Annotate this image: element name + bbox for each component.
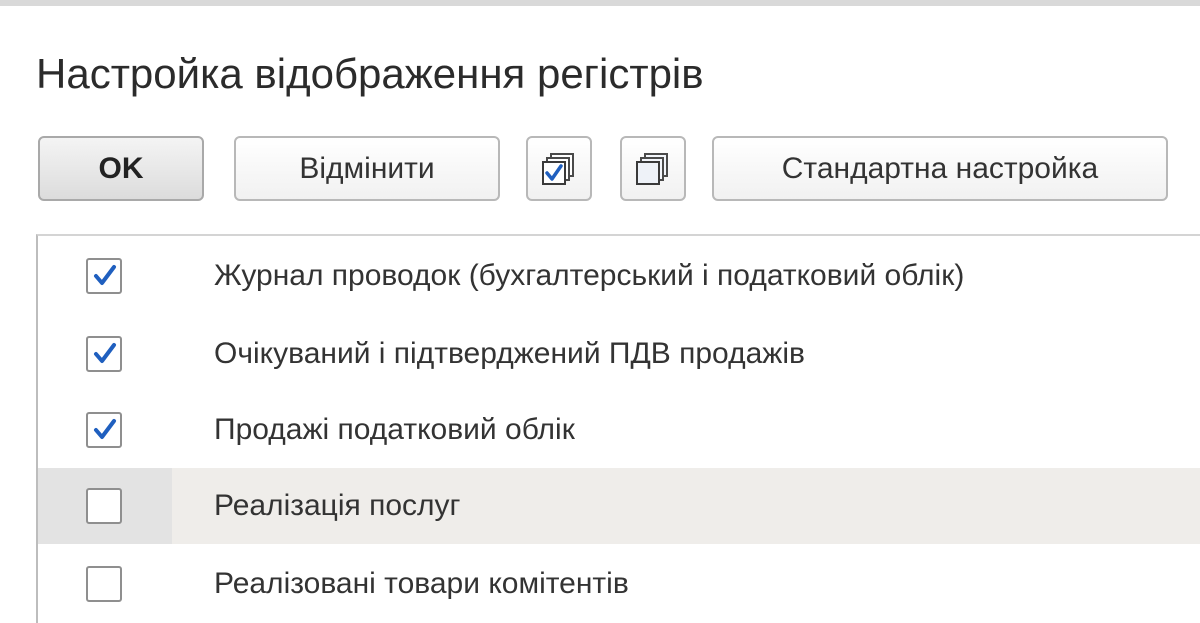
- register-checkbox[interactable]: [86, 566, 122, 602]
- checkmark-icon: [94, 343, 116, 363]
- register-label: Реалізовані товари комітентів: [214, 567, 629, 600]
- register-checkbox[interactable]: [86, 488, 122, 524]
- register-label: Очікуваний і підтверджений ПДВ продажів: [214, 337, 805, 370]
- default-settings-button[interactable]: Стандартна настройка: [712, 136, 1168, 201]
- list-item[interactable]: Журнал проводок (бухгалтерський і податк…: [38, 238, 1200, 314]
- register-label: Продажі податковий облік: [214, 413, 575, 446]
- check-all-icon: [541, 151, 577, 187]
- check-all-button[interactable]: [526, 136, 592, 201]
- dialog-title: Настройка відображення регістрів: [36, 50, 704, 97]
- checkmark-icon: [94, 419, 116, 439]
- uncheck-all-icon: [635, 151, 671, 187]
- checkmark-icon: [94, 265, 116, 285]
- register-label: Реалізація послуг: [214, 489, 461, 522]
- list-item-selected[interactable]: Реалізація послуг: [38, 468, 1200, 544]
- cancel-button[interactable]: Відмінити: [234, 136, 500, 201]
- register-checkbox[interactable]: [86, 336, 122, 372]
- registers-list: Журнал проводок (бухгалтерський і податк…: [36, 234, 1200, 623]
- register-checkbox[interactable]: [86, 258, 122, 294]
- list-item[interactable]: Реалізовані товари комітентів: [38, 546, 1200, 622]
- register-label: Журнал проводок (бухгалтерський і податк…: [214, 259, 965, 292]
- uncheck-all-button[interactable]: [620, 136, 686, 201]
- list-item[interactable]: Очікуваний і підтверджений ПДВ продажів: [38, 316, 1200, 392]
- ok-button[interactable]: OK: [38, 136, 204, 201]
- dialog-window: Настройка відображення регістрів OK Відм…: [0, 0, 1200, 623]
- register-checkbox[interactable]: [86, 412, 122, 448]
- list-item[interactable]: Продажі податковий облік: [38, 392, 1200, 468]
